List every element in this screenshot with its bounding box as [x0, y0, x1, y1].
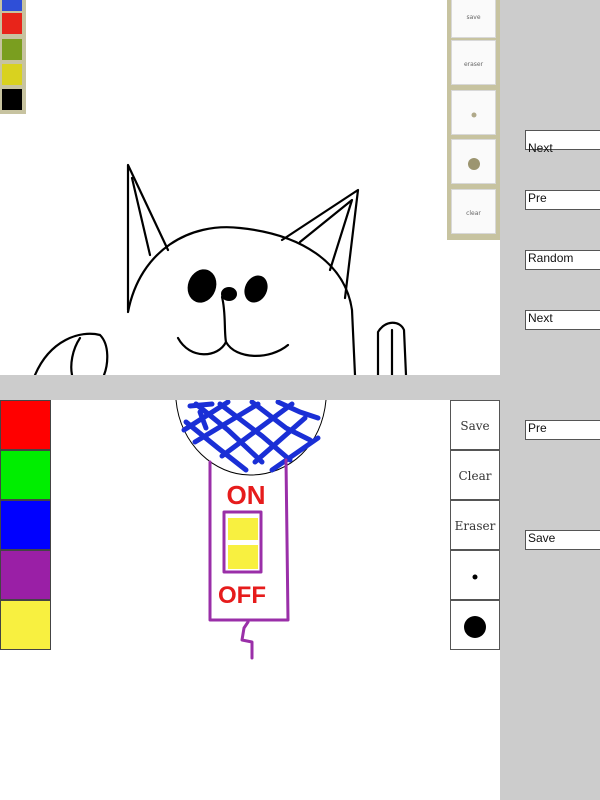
top-swatch-blue[interactable]: [2, 0, 22, 11]
save-button-right[interactable]: Save: [525, 530, 600, 550]
small-dot-icon: [471, 112, 476, 117]
top-drawing-canvas[interactable]: [0, 0, 500, 375]
bottom-swatch-purple[interactable]: [0, 550, 51, 600]
bottom-tool-panel: Save Clear Eraser: [450, 400, 500, 651]
top-large-brush-button[interactable]: [451, 139, 496, 184]
top-tool-panel: save eraser clear: [447, 0, 500, 240]
bottom-save-button[interactable]: Save: [450, 400, 500, 450]
cat-drawing: [33, 163, 408, 375]
top-clear-button[interactable]: clear: [451, 189, 496, 234]
panel-divider: [0, 375, 500, 400]
bottom-eraser-button[interactable]: Eraser: [450, 500, 500, 550]
top-swatch-olive-green[interactable]: [2, 39, 22, 60]
bottom-clear-button[interactable]: Clear: [450, 450, 500, 500]
large-dot-icon: [464, 615, 486, 638]
random-button[interactable]: Random: [525, 250, 600, 270]
next-button-bottom[interactable]: Next: [525, 310, 600, 330]
switch-drawing: ON OFF: [175, 400, 327, 660]
bottom-swatch-yellow[interactable]: [0, 600, 51, 650]
bottom-small-brush-button[interactable]: [450, 550, 500, 600]
top-eraser-button[interactable]: eraser: [451, 40, 496, 85]
bottom-drawing-canvas[interactable]: ON OFF: [0, 400, 500, 800]
next-button-top[interactable]: Next: [525, 130, 600, 154]
top-swatch-black[interactable]: [2, 89, 22, 110]
pre-button-bottom[interactable]: Pre: [525, 420, 600, 440]
pre-button-top[interactable]: Pre: [525, 190, 600, 210]
bottom-swatch-green[interactable]: [0, 450, 51, 500]
bottom-large-brush-button[interactable]: [450, 600, 500, 650]
top-small-brush-button[interactable]: [451, 90, 496, 135]
top-color-palette: [0, 0, 26, 114]
switch-off-label: OFF: [218, 582, 266, 609]
small-dot-icon: [472, 574, 478, 579]
top-swatch-red[interactable]: [2, 13, 22, 34]
bottom-swatch-red[interactable]: [0, 400, 51, 450]
top-save-button[interactable]: save: [451, 0, 496, 38]
bottom-swatch-blue[interactable]: [0, 500, 51, 550]
large-dot-icon: [467, 157, 480, 170]
bottom-color-palette: [0, 400, 51, 651]
switch-on-label: ON: [227, 480, 266, 510]
top-swatch-yellow[interactable]: [2, 64, 22, 85]
